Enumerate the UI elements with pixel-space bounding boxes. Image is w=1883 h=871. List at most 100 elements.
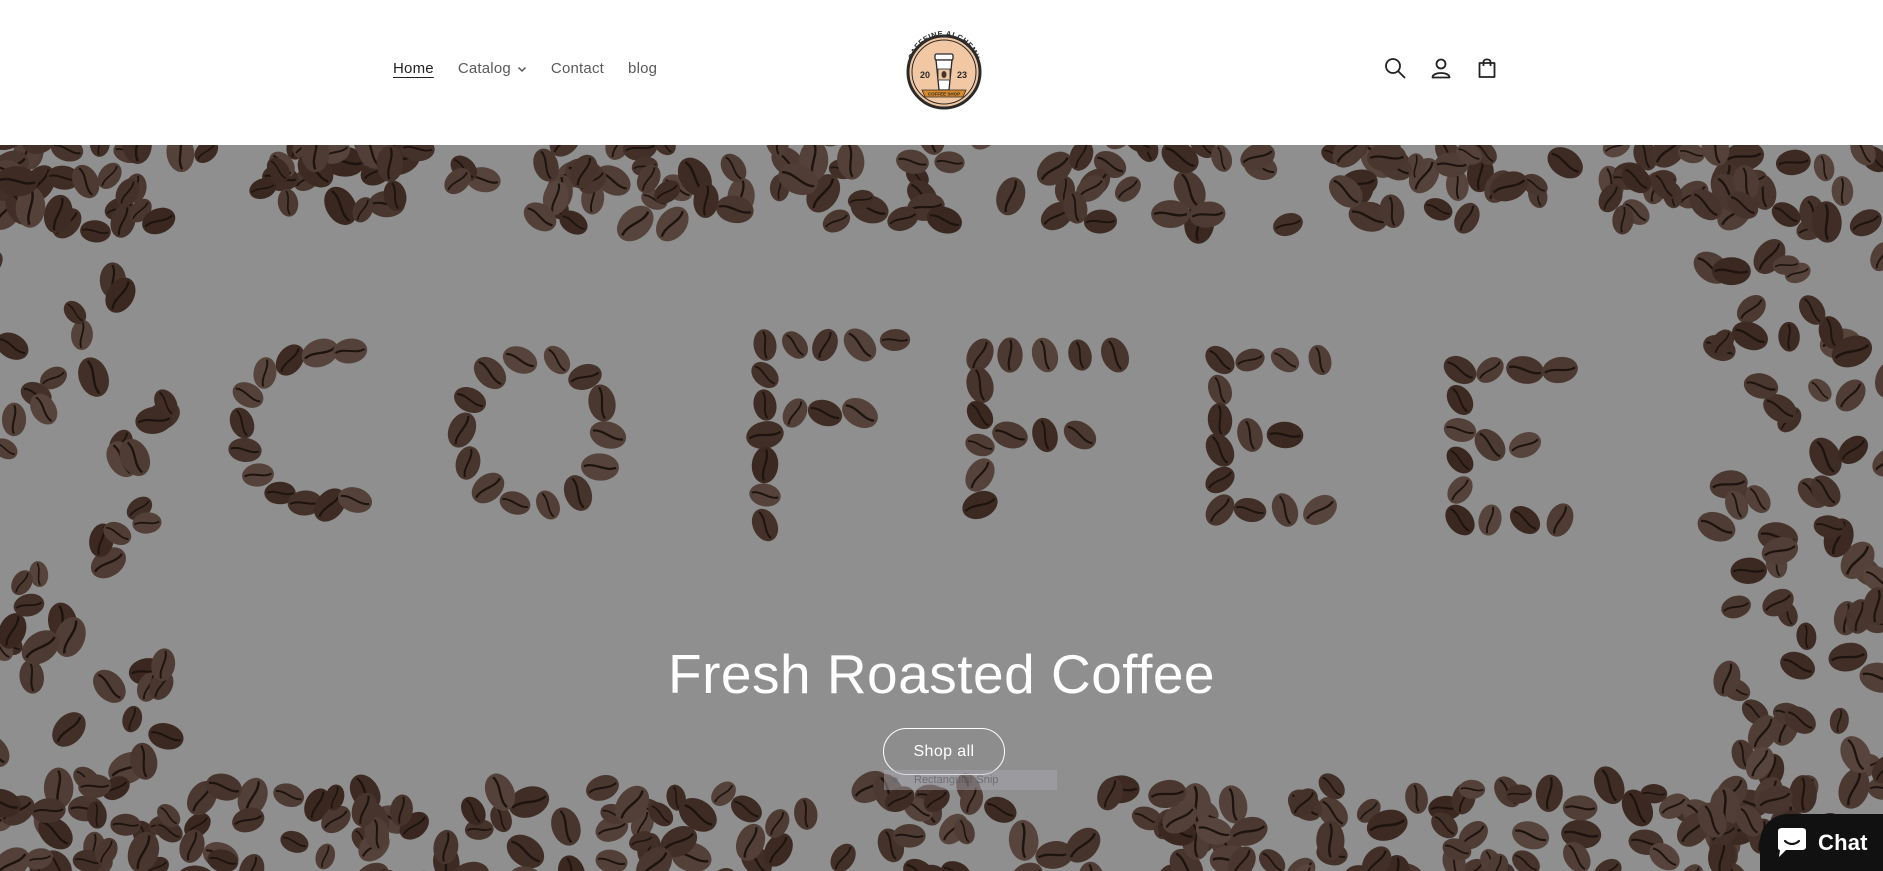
coffee-bean <box>984 796 1017 823</box>
nav-home-link[interactable]: Home <box>393 60 434 77</box>
coffee-bean <box>1446 384 1474 416</box>
coffee-bean <box>1207 403 1233 437</box>
coffee-bean <box>1778 321 1800 352</box>
coffee-bean <box>1835 379 1866 412</box>
coffee-bean <box>1100 337 1130 373</box>
logo-ribbon-text: COFFEE SHOP <box>928 92 960 97</box>
coffee-bean <box>1447 476 1473 504</box>
coffee-bean <box>1237 418 1263 452</box>
nav-contact-link[interactable]: Contact <box>551 60 604 77</box>
brand-logo[interactable]: CAFFEINE ALCHEMY 20 23 COFFEE SHOP <box>898 24 990 110</box>
chat-button[interactable]: Chat <box>1760 814 1883 871</box>
coffee-bean <box>1443 418 1477 442</box>
coffee-bean <box>1405 782 1428 814</box>
coffee-bean <box>1508 432 1542 458</box>
account-icon[interactable] <box>1429 56 1453 80</box>
coffee-bean <box>166 145 195 173</box>
coffee-bean <box>1829 707 1849 734</box>
coffee-bean <box>966 366 994 404</box>
coffee-bean <box>506 834 545 869</box>
snip-overlay-label: Rectangular Snip <box>914 774 999 786</box>
nav-blog-label: blog <box>628 60 658 77</box>
coffee-bean <box>1542 356 1578 384</box>
coffee-bean <box>0 438 18 460</box>
coffee-bean <box>1423 198 1453 221</box>
coffee-bean <box>751 508 779 542</box>
coffee-bean <box>557 855 586 871</box>
coffee-bean <box>807 399 843 427</box>
coffee-bean <box>585 774 619 801</box>
coffee-bean <box>1680 864 1704 871</box>
chat-bubble-icon <box>1778 827 1806 857</box>
coffee-bean <box>110 813 141 836</box>
coffee-bean <box>843 328 877 362</box>
coffee-bean <box>1512 850 1540 871</box>
snip-dot-icon <box>892 777 898 783</box>
nav-home-label: Home <box>393 60 434 77</box>
coffee-bean <box>52 712 86 747</box>
shop-all-button[interactable]: Shop all <box>883 728 1005 775</box>
coffee-bean <box>1546 503 1574 537</box>
coffee-bean <box>78 357 109 397</box>
cart-icon[interactable] <box>1475 56 1499 80</box>
coffee-bean <box>1205 466 1235 494</box>
coffee-bean <box>1063 420 1097 450</box>
coffee-bean <box>794 797 818 830</box>
coffee-bean <box>1271 493 1299 527</box>
coffee-bean <box>782 331 808 359</box>
nav-catalog-link[interactable]: Catalog <box>458 60 527 77</box>
coffee-bean <box>50 145 84 162</box>
coffee-bean <box>1303 494 1337 526</box>
coffee-bean <box>1205 433 1235 467</box>
coffee-bean <box>992 421 1028 449</box>
nav-catalog-label: Catalog <box>457 60 511 77</box>
coffee-bean <box>80 220 111 243</box>
coffee-bean <box>1602 145 1631 158</box>
coffee-bean <box>965 433 995 457</box>
coffee-bean <box>1235 348 1265 372</box>
header-icons <box>1383 56 1499 80</box>
coffee-bean <box>229 407 255 439</box>
logo-year-right: 23 <box>957 70 967 80</box>
coffee-bean <box>1547 147 1583 179</box>
coffee-bean <box>332 338 368 364</box>
coffee-bean <box>454 386 486 414</box>
coffee-bean <box>965 458 995 492</box>
site-header: Home Catalog Contact blog CAFFEINE ALCHE… <box>0 0 1883 145</box>
coffee-bean <box>543 345 571 375</box>
coffee-bean <box>1205 345 1235 375</box>
coffee-bean <box>277 188 299 217</box>
coffee-bean <box>753 389 777 421</box>
coffee-bean <box>455 446 481 480</box>
coffee-bean <box>1849 209 1882 237</box>
coffee-bean <box>934 151 965 174</box>
coffee-bean <box>1875 360 1883 398</box>
coffee-bean <box>1083 209 1118 234</box>
hero-banner: Fresh Roasted Coffee Shop all Rectangula… <box>0 145 1883 871</box>
coffee-bean <box>228 437 262 463</box>
coffee-bean <box>753 329 777 361</box>
coffee-bean <box>941 861 971 871</box>
search-icon[interactable] <box>1383 56 1407 80</box>
coffee-bean <box>1031 337 1059 373</box>
coffee-bean <box>812 328 838 362</box>
coffee-bean <box>1443 355 1477 385</box>
coffee-bean <box>588 384 616 422</box>
coffee-bean <box>1258 849 1286 871</box>
coffee-bean <box>315 843 336 870</box>
coffee-bean <box>1008 819 1039 861</box>
coffee-bean <box>710 868 736 871</box>
coffee-bean <box>997 337 1023 373</box>
nav-blog-link[interactable]: blog <box>628 60 657 77</box>
coffee-bean <box>1808 378 1832 402</box>
nav-contact-label: Contact <box>550 60 605 77</box>
coffee-bean <box>581 453 619 481</box>
coffee-bean <box>499 491 531 515</box>
coffee-bean <box>1870 241 1883 272</box>
coffee-bean <box>751 361 779 389</box>
coffee-bean <box>1446 446 1474 474</box>
logo-year-left: 20 <box>920 70 930 80</box>
hero-heading: Fresh Roasted Coffee <box>667 643 1216 705</box>
coffee-bean <box>751 446 779 484</box>
coffee-bean <box>1233 497 1267 523</box>
